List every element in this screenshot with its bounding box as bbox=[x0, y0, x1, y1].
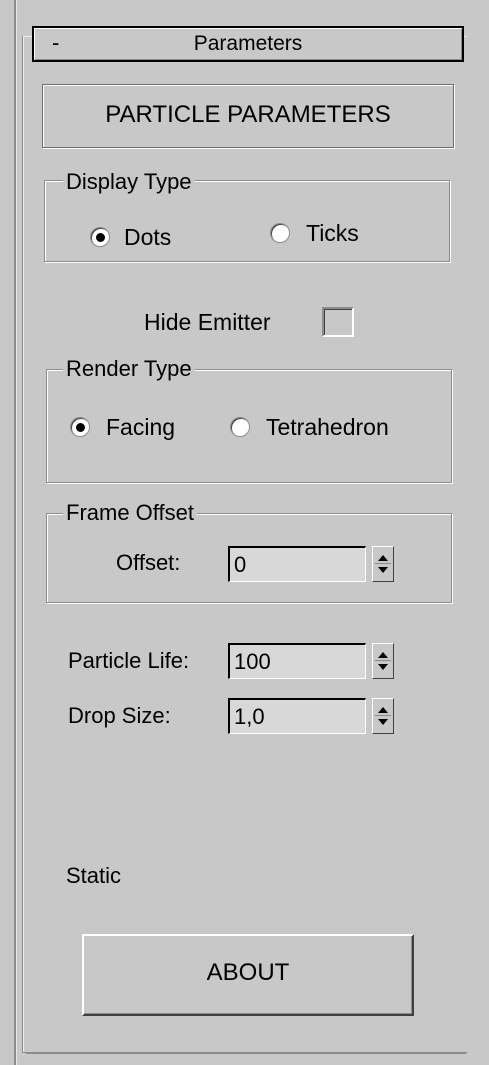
hide-emitter-checkbox[interactable] bbox=[322, 307, 354, 337]
spinner-down-icon[interactable] bbox=[378, 719, 388, 725]
rollout-title: Parameters bbox=[193, 32, 303, 55]
particle-parameters-button[interactable]: PARTICLE PARAMETERS bbox=[42, 84, 454, 148]
hide-emitter-label: Hide Emitter bbox=[144, 309, 271, 335]
static-label: Static bbox=[66, 863, 122, 888]
panel-left-rail bbox=[14, 0, 17, 1065]
spinner-divider bbox=[375, 660, 391, 661]
spinner-up-icon[interactable] bbox=[378, 707, 388, 713]
facing-radio[interactable] bbox=[70, 417, 90, 437]
tetrahedron-label[interactable]: Tetrahedron bbox=[266, 414, 389, 440]
drop-size-input[interactable]: 1,0 bbox=[228, 698, 366, 734]
facing-label[interactable]: Facing bbox=[106, 414, 175, 440]
tetrahedron-radio[interactable] bbox=[230, 417, 250, 437]
spinner-down-icon[interactable] bbox=[378, 567, 388, 573]
drop-size-spinner[interactable] bbox=[372, 698, 394, 734]
offset-spinner[interactable] bbox=[372, 546, 394, 582]
display-type-label: Display Type bbox=[63, 170, 195, 194]
dots-radio[interactable] bbox=[90, 227, 110, 247]
offset-label: Offset: bbox=[116, 550, 181, 575]
particle-life-label: Particle Life: bbox=[68, 648, 190, 673]
spinner-divider bbox=[375, 563, 391, 564]
about-button[interactable]: ABOUT bbox=[82, 934, 414, 1016]
particle-life-input[interactable]: 100 bbox=[228, 643, 366, 679]
frame-offset-label: Frame Offset bbox=[63, 501, 197, 525]
spinner-down-icon[interactable] bbox=[378, 664, 388, 670]
drop-size-label: Drop Size: bbox=[68, 703, 171, 728]
rollout-header-parameters[interactable]: - Parameters bbox=[32, 26, 464, 62]
render-type-label: Render Type bbox=[63, 357, 195, 381]
ticks-label[interactable]: Ticks bbox=[306, 220, 359, 246]
panel-bottom-divider bbox=[26, 1052, 466, 1054]
ticks-radio[interactable] bbox=[270, 223, 290, 243]
particle-life-spinner[interactable] bbox=[372, 643, 394, 679]
dots-label[interactable]: Dots bbox=[124, 224, 171, 250]
offset-input[interactable]: 0 bbox=[228, 546, 366, 582]
spinner-up-icon[interactable] bbox=[378, 555, 388, 561]
spinner-divider bbox=[375, 715, 391, 716]
spinner-up-icon[interactable] bbox=[378, 652, 388, 658]
